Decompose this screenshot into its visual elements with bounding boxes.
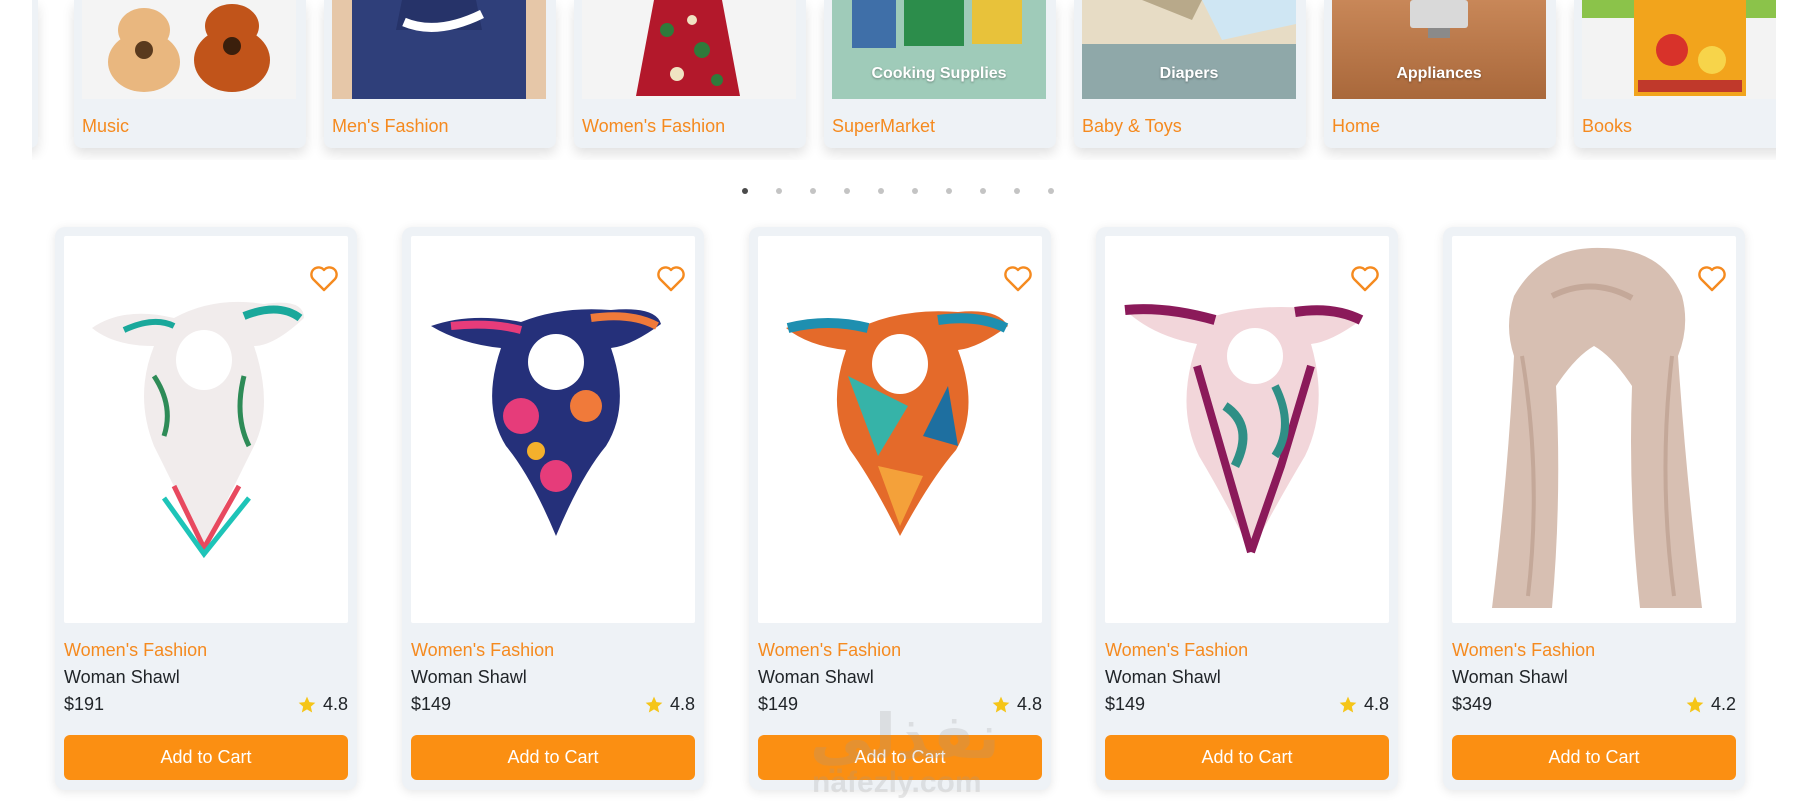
heart-outline-icon[interactable] — [310, 266, 338, 292]
product-rating: 4.8 — [991, 694, 1042, 715]
product-image-navy-pink-scarf[interactable] — [411, 236, 695, 623]
product-card[interactable]: Women's Fashion Woman Shawl $349 4.2 Add… — [1443, 227, 1745, 790]
carousel-dot-5[interactable] — [878, 188, 884, 194]
rating-value: 4.8 — [1016, 694, 1042, 714]
star-icon — [1686, 696, 1704, 712]
add-to-cart-button[interactable]: Add to Cart — [1452, 735, 1736, 780]
carousel-dot-3[interactable] — [810, 188, 816, 194]
star-icon — [992, 696, 1010, 712]
heart-outline-icon[interactable] — [1698, 266, 1726, 292]
carousel-dot-2[interactable] — [776, 188, 782, 194]
rating-value: 4.2 — [1710, 694, 1736, 714]
category-image-floral-dress — [582, 0, 796, 99]
heart-outline-icon[interactable] — [657, 266, 685, 292]
carousel-pagination — [742, 188, 1054, 196]
product-title[interactable]: Woman Shawl — [1452, 667, 1568, 688]
category-card-mens-fashion[interactable]: Men's Fashion — [324, 0, 556, 148]
product-category[interactable]: Women's Fashion — [1452, 640, 1595, 661]
product-card[interactable]: Women's Fashion Woman Shawl $149 4.8 Add… — [402, 227, 704, 790]
category-card-partial[interactable] — [32, 0, 38, 148]
product-image-burgundy-scarf[interactable] — [1105, 236, 1389, 623]
carousel-dot-1[interactable] — [742, 188, 748, 194]
star-icon — [645, 696, 663, 712]
product-price: $349 — [1452, 694, 1493, 714]
product-image-white-green-scarf[interactable] — [64, 236, 348, 623]
category-carousel: Music Men's Fashion Women's Fashion Cook… — [32, 0, 1776, 160]
category-image-diapers: Diapers — [1082, 0, 1296, 99]
category-image-groceries: Cooking Supplies — [832, 0, 1046, 99]
category-image-coffee-machine: Appliances — [1332, 0, 1546, 99]
carousel-dot-7[interactable] — [946, 188, 952, 194]
product-title[interactable]: Woman Shawl — [64, 667, 180, 688]
add-to-cart-button[interactable]: Add to Cart — [1105, 735, 1389, 780]
carousel-dot-9[interactable] — [1014, 188, 1020, 194]
rating-value: 4.8 — [322, 694, 348, 714]
product-category[interactable]: Women's Fashion — [411, 640, 554, 661]
product-title[interactable]: Woman Shawl — [411, 667, 527, 688]
category-label: Music — [82, 116, 130, 136]
category-label: Baby & Toys — [1082, 116, 1182, 136]
carousel-dot-10[interactable] — [1048, 188, 1054, 194]
product-rating: 4.2 — [1685, 694, 1736, 715]
carousel-dot-6[interactable] — [912, 188, 918, 194]
category-label: Men's Fashion — [332, 116, 449, 136]
category-image-guitars — [82, 0, 296, 99]
heart-outline-icon[interactable] — [1004, 266, 1032, 292]
product-image-teal-orange-scarf[interactable] — [758, 236, 1042, 623]
product-price: $191 — [64, 694, 105, 714]
add-to-cart-button[interactable]: Add to Cart — [758, 735, 1042, 780]
category-label: Books — [1582, 116, 1633, 136]
category-card-womens-fashion[interactable]: Women's Fashion — [574, 0, 806, 148]
category-card-music[interactable]: Music — [74, 0, 306, 148]
add-to-cart-button[interactable]: Add to Cart — [411, 735, 695, 780]
product-card[interactable]: Women's Fashion Woman Shawl $149 4.8 Add… — [749, 227, 1051, 790]
category-image-caption: Appliances — [1396, 65, 1482, 82]
category-card-baby-toys[interactable]: Diapers Baby & Toys — [1074, 0, 1306, 148]
product-price: $149 — [411, 694, 452, 714]
add-to-cart-button[interactable]: Add to Cart — [64, 735, 348, 780]
product-rating: 4.8 — [297, 694, 348, 715]
rating-value: 4.8 — [669, 694, 695, 714]
product-rating: 4.8 — [644, 694, 695, 715]
category-label: SuperMarket — [832, 116, 936, 136]
product-title[interactable]: Woman Shawl — [1105, 667, 1221, 688]
product-category[interactable]: Women's Fashion — [758, 640, 901, 661]
category-label: Home — [1332, 116, 1381, 136]
star-icon — [1339, 696, 1357, 712]
product-title[interactable]: Woman Shawl — [758, 667, 874, 688]
category-card-home[interactable]: Appliances Home — [1324, 0, 1556, 148]
product-rating: 4.8 — [1338, 694, 1389, 715]
rating-value: 4.8 — [1363, 694, 1389, 714]
product-category[interactable]: Women's Fashion — [64, 640, 207, 661]
carousel-dot-8[interactable] — [980, 188, 986, 194]
product-card[interactable]: Women's Fashion Woman Shawl $191 4.8 Add… — [55, 227, 357, 790]
category-image-blue-hoodie — [332, 0, 546, 99]
product-category[interactable]: Women's Fashion — [1105, 640, 1248, 661]
heart-outline-icon[interactable] — [1351, 266, 1379, 292]
category-card-books[interactable]: Books — [1574, 0, 1776, 148]
category-image-book-cover — [1582, 0, 1776, 99]
star-icon — [298, 696, 316, 712]
product-image-beige-long-scarf[interactable] — [1452, 236, 1736, 623]
category-label: Women's Fashion — [582, 116, 726, 136]
category-image-caption: Diapers — [1159, 65, 1219, 82]
product-price: $149 — [758, 694, 799, 714]
category-image-caption: Cooking Supplies — [871, 65, 1007, 82]
product-card[interactable]: Women's Fashion Woman Shawl $149 4.8 Add… — [1096, 227, 1398, 790]
carousel-dot-4[interactable] — [844, 188, 850, 194]
product-price: $149 — [1105, 694, 1146, 714]
category-card-supermarket[interactable]: Cooking Supplies SuperMarket — [824, 0, 1056, 148]
